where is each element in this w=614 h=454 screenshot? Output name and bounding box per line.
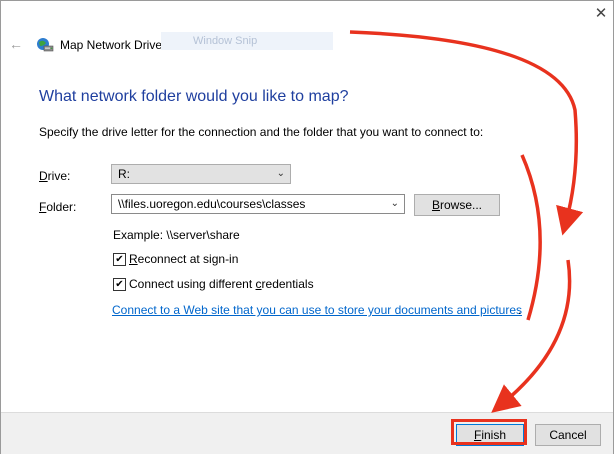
reconnect-label[interactable]: Reconnect at sign-in <box>129 252 238 266</box>
instruction-text: Specify the drive letter for the connect… <box>39 125 484 139</box>
reconnect-checkbox[interactable]: ✔ <box>113 253 126 266</box>
drive-label-rest: rive: <box>47 169 71 183</box>
window-title: Map Network Drive <box>60 38 163 52</box>
window-snip-overlay: Window Snip <box>161 32 333 50</box>
folder-combo-value: \\files.uoregon.edu\courses\classes <box>118 197 306 211</box>
browse-accel: B <box>431 198 440 212</box>
folder-label: Folder: <box>39 200 76 214</box>
credentials-before: Connect using different <box>129 277 256 291</box>
network-drive-icon <box>37 38 54 52</box>
browse-rest: rowse... <box>440 198 483 212</box>
drive-select-value: R: <box>118 167 130 181</box>
close-icon[interactable]: ✕ <box>589 3 613 25</box>
drive-label: Drive: <box>39 169 70 183</box>
folder-label-rest: older: <box>46 200 77 214</box>
drive-select[interactable]: R: ⌄ <box>111 164 291 184</box>
link-period: . <box>518 303 522 317</box>
web-site-link[interactable]: Connect to a Web site that you can use t… <box>112 303 522 317</box>
credentials-after: redentials <box>261 277 314 291</box>
credentials-checkbox[interactable]: ✔ <box>113 278 126 291</box>
check-icon: ✔ <box>115 279 124 290</box>
page-heading: What network folder would you like to ma… <box>39 88 349 105</box>
reconnect-accel: R <box>129 252 138 266</box>
finish-highlight-box <box>451 419 527 445</box>
check-icon: ✔ <box>115 254 124 265</box>
browse-button[interactable]: Browse... <box>414 194 500 216</box>
map-network-drive-window: ✕ ← Map Network Drive Window Snip What n… <box>0 0 614 454</box>
back-arrow-icon[interactable]: ← <box>7 35 25 53</box>
cancel-button[interactable]: Cancel <box>535 424 601 446</box>
drive-label-accel: D <box>39 169 48 183</box>
credentials-label[interactable]: Connect using different credentials <box>129 277 314 291</box>
reconnect-rest: econnect at sign-in <box>137 252 239 266</box>
chevron-down-icon: ⌄ <box>276 168 285 179</box>
folder-combo[interactable]: \\files.uoregon.edu\courses\classes ⌄ <box>111 194 405 214</box>
example-hint: Example: \\server\share <box>113 228 240 242</box>
chevron-down-icon: ⌄ <box>390 198 399 209</box>
